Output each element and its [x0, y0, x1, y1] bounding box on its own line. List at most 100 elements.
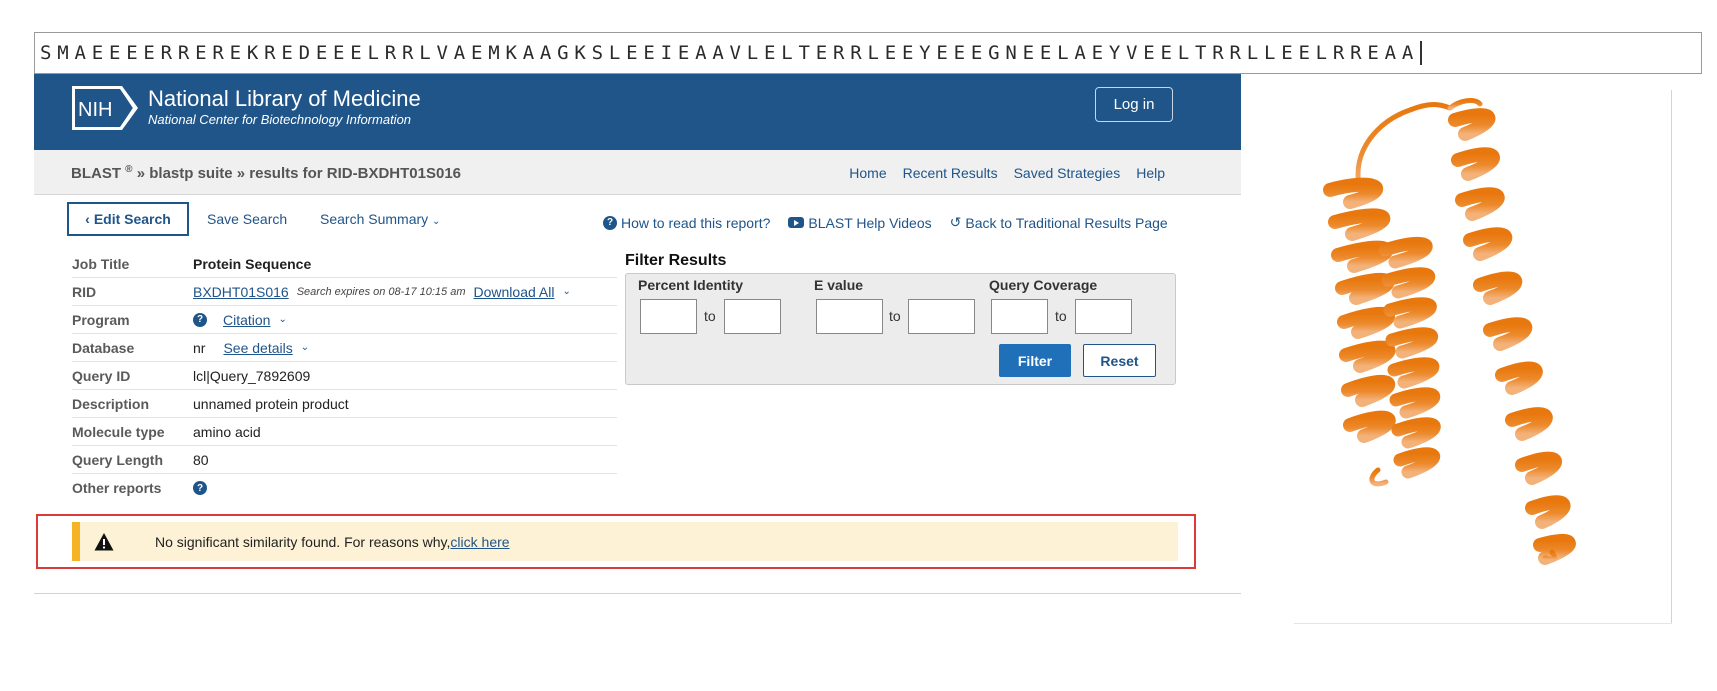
database-label: Database	[72, 339, 135, 356]
info-row-job-title: Job Title Protein Sequence	[72, 250, 617, 278]
chevron-down-icon: ⌄	[562, 286, 571, 297]
no-results-alert: No significant similarity found. For rea…	[72, 522, 1178, 561]
query-coverage-max-input[interactable]	[1075, 299, 1132, 334]
citation-dropdown[interactable]: Citation	[223, 312, 270, 328]
breadcrumb: BLAST ® » blastp suite » results for RID…	[71, 164, 461, 182]
percent-identity-max-input[interactable]	[724, 299, 781, 334]
filter-results-title: Filter Results	[625, 252, 727, 269]
search-summary-label: Search Summary	[320, 211, 429, 227]
chevron-left-icon: ‹	[85, 211, 90, 227]
nih-logo[interactable]: NIH	[72, 86, 140, 130]
breadcrumb-separator: »	[236, 165, 246, 182]
download-all-dropdown[interactable]: Download All	[474, 284, 555, 300]
info-row-other-reports: Other reports ?	[72, 474, 617, 502]
info-row-program: Program ? Citation ⌄	[72, 306, 617, 334]
youtube-icon	[788, 217, 805, 228]
reset-button[interactable]: Reset	[1083, 344, 1156, 377]
database-value: nr See details ⌄	[193, 340, 309, 356]
query-length-label: Query Length	[72, 451, 164, 468]
divider	[1671, 90, 1672, 624]
sequence-input[interactable]: SMAEEEERREREKREDEEELRRLVAEMKAAGKSLEEIEAA…	[34, 32, 1702, 74]
breadcrumb-blastp-suite[interactable]: blastp suite	[149, 165, 232, 182]
info-row-query-length: Query Length 80	[72, 446, 617, 474]
breadcrumb-bar: BLAST ® » blastp suite » results for RID…	[34, 150, 1241, 195]
help-links: ? How to read this report? BLAST Help Vi…	[603, 214, 1168, 231]
e-value-max-input[interactable]	[908, 299, 975, 334]
rid-label: RID	[72, 283, 97, 300]
query-coverage-min-input[interactable]	[991, 299, 1048, 334]
registered-mark: ®	[125, 164, 133, 175]
info-row-molecule-type: Molecule type amino acid	[72, 418, 617, 446]
molecule-type-label: Molecule type	[72, 423, 165, 440]
info-row-database: Database nr See details ⌄	[72, 334, 617, 362]
description-value: unnamed protein product	[193, 395, 349, 412]
nav-saved-strategies[interactable]: Saved Strategies	[1014, 165, 1121, 181]
database-name: nr	[193, 339, 206, 356]
description-label: Description	[72, 395, 150, 412]
chevron-down-icon: ⌄	[432, 216, 441, 227]
help-videos-label: BLAST Help Videos	[808, 214, 932, 231]
query-id-label: Query ID	[72, 367, 131, 384]
query-length-value: 80	[193, 451, 209, 468]
percent-identity-min-input[interactable]	[640, 299, 697, 334]
help-videos-link[interactable]: BLAST Help Videos	[788, 214, 932, 231]
nlm-title[interactable]: National Library of Medicine	[148, 86, 421, 112]
filter-results-panel: Percent Identity E value Query Coverage …	[625, 273, 1176, 385]
chevron-down-icon: ⌄	[278, 314, 287, 325]
program-value: ? Citation ⌄	[193, 312, 287, 328]
edit-search-label: Edit Search	[93, 211, 171, 227]
download-all-label: Download All	[473, 283, 555, 300]
rid-link[interactable]: BXDHT01S016	[193, 284, 289, 300]
to-label: to	[1055, 308, 1067, 324]
rid-expires: Search expires on 08-17 10:15 am	[296, 285, 466, 298]
query-coverage-label: Query Coverage	[989, 277, 1098, 293]
alert-text: No significant similarity found. For rea…	[155, 533, 451, 550]
info-row-description: Description unnamed protein product	[72, 390, 617, 418]
question-circle-icon[interactable]: ?	[193, 481, 207, 495]
text-cursor	[1420, 41, 1423, 65]
save-search-link[interactable]: Save Search	[207, 211, 287, 227]
alert-message: No significant similarity found. For rea…	[155, 534, 510, 550]
breadcrumb-blast[interactable]: BLAST	[71, 165, 121, 182]
login-button[interactable]: Log in	[1095, 87, 1173, 122]
search-summary-dropdown[interactable]: Search Summary ⌄	[320, 211, 440, 227]
warning-icon	[94, 532, 114, 550]
breadcrumb-separator: »	[136, 165, 146, 182]
e-value-min-input[interactable]	[816, 299, 883, 334]
question-circle-icon: ?	[603, 215, 617, 230]
back-traditional-label: Back to Traditional Results Page	[965, 214, 1168, 231]
ncbi-subtitle: National Center for Biotechnology Inform…	[148, 112, 412, 127]
top-nav: Home Recent Results Saved Strategies Hel…	[849, 165, 1165, 181]
sequence-text: SMAEEEERREREKREDEEELRRLVAEMKAAGKSLEEIEAA…	[40, 42, 1420, 64]
info-row-query-id: Query ID lcl|Query_7892609	[72, 362, 617, 390]
query-id-value: lcl|Query_7892609	[193, 367, 311, 384]
to-label: to	[889, 308, 901, 324]
info-row-rid: RID BXDHT01S016 Search expires on 08-17 …	[72, 278, 617, 306]
see-details-dropdown[interactable]: See details	[223, 340, 292, 356]
filter-button[interactable]: Filter	[999, 344, 1071, 377]
divider	[34, 593, 1241, 594]
nav-recent-results[interactable]: Recent Results	[903, 165, 998, 181]
percent-identity-label: Percent Identity	[638, 277, 744, 293]
program-label: Program	[72, 311, 130, 328]
nih-header: NIH National Library of Medicine Nationa…	[34, 74, 1241, 150]
molecule-type-value: amino acid	[193, 423, 261, 440]
back-traditional-link[interactable]: ↺ Back to Traditional Results Page	[950, 214, 1168, 231]
search-info-table: Job Title Protein Sequence RID BXDHT01S0…	[72, 250, 617, 502]
other-reports-label: Other reports	[72, 480, 162, 496]
job-title-text: Protein Sequence	[193, 255, 312, 272]
chevron-down-icon: ⌄	[300, 342, 310, 353]
how-to-read-link[interactable]: ? How to read this report?	[603, 214, 770, 231]
click-here-link[interactable]: click here	[450, 534, 509, 550]
nav-help[interactable]: Help	[1136, 165, 1165, 181]
nih-logo-text: NIH	[78, 99, 112, 121]
how-to-read-label: How to read this report?	[621, 214, 771, 231]
question-circle-icon[interactable]: ?	[193, 312, 207, 327]
undo-arrow-icon: ↺	[949, 214, 962, 230]
protein-structure-image	[1323, 98, 1576, 565]
nav-home[interactable]: Home	[849, 165, 886, 181]
to-label: to	[704, 308, 716, 324]
job-title-value: Protein Sequence	[193, 256, 311, 272]
e-value-label: E value	[814, 277, 864, 293]
edit-search-button[interactable]: ‹ Edit Search	[67, 202, 189, 236]
